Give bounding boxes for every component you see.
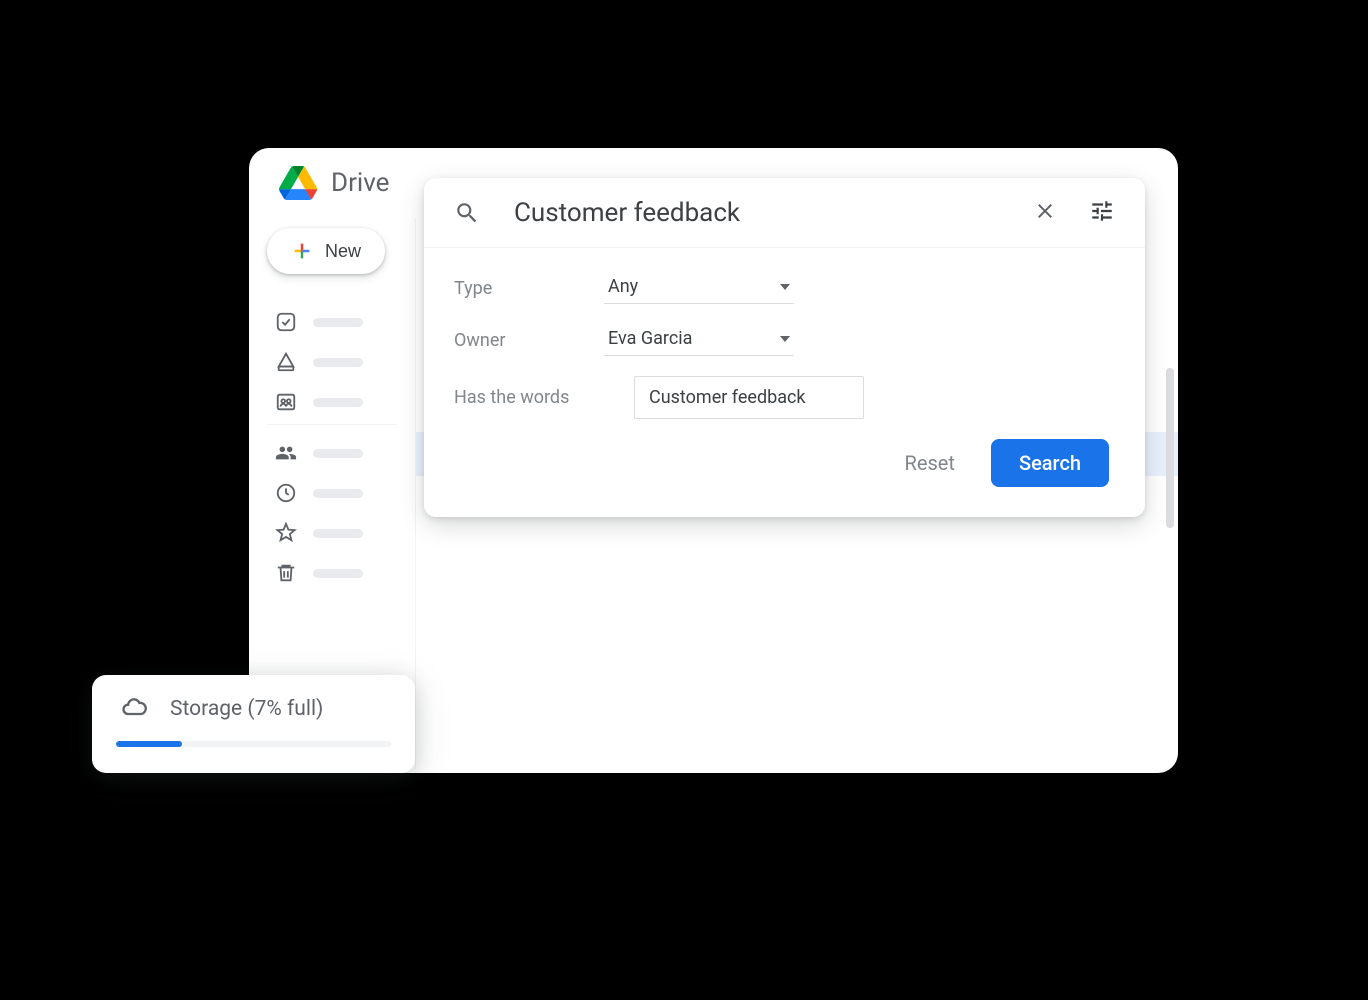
scrollbar[interactable]: [1166, 368, 1174, 528]
nav-placeholder: [313, 358, 363, 367]
owner-dropdown[interactable]: Eva Garcia: [604, 324, 794, 356]
sidebar-item-shared[interactable]: [275, 441, 389, 465]
filter-owner-label: Owner: [454, 330, 584, 351]
sidebar-item-shared-drives[interactable]: [275, 390, 389, 414]
clear-search-button[interactable]: [1029, 195, 1061, 230]
owner-dropdown-value: Eva Garcia: [608, 328, 692, 349]
app-title: Drive: [331, 168, 389, 198]
nav-placeholder: [313, 318, 363, 327]
drive-logo-icon: [279, 166, 317, 200]
search-bar: [424, 178, 1145, 248]
tune-icon: [1089, 198, 1115, 227]
new-button[interactable]: New: [267, 228, 385, 274]
nav-placeholder: [313, 569, 363, 578]
storage-card[interactable]: Storage (7% full): [92, 675, 415, 773]
search-icon: [450, 196, 484, 230]
close-icon: [1033, 199, 1057, 226]
type-dropdown-value: Any: [608, 276, 638, 297]
new-button-label: New: [325, 241, 361, 262]
trash-icon: [275, 562, 297, 584]
nav-placeholder: [313, 529, 363, 538]
has-words-input[interactable]: [634, 376, 864, 419]
chevron-down-icon: [780, 284, 790, 290]
storage-progress: [116, 741, 391, 747]
sidebar-item-starred[interactable]: [275, 521, 389, 545]
nav-placeholder: [313, 489, 363, 498]
chevron-down-icon: [780, 336, 790, 342]
search-panel: Type Any Owner Eva Garcia Has the words …: [424, 178, 1145, 517]
cloud-icon: [116, 693, 152, 725]
sidebar-item-recent[interactable]: [275, 481, 389, 505]
plus-icon: [291, 240, 313, 262]
sidebar-item-mydrive[interactable]: [275, 350, 389, 374]
nav-placeholder: [313, 449, 363, 458]
search-options-button[interactable]: [1085, 194, 1119, 231]
people-icon: [275, 442, 297, 464]
filter-words-label: Has the words: [454, 387, 614, 408]
star-icon: [275, 522, 297, 544]
sidebar-item-trash[interactable]: [275, 561, 389, 585]
search-input[interactable]: [514, 198, 999, 228]
storage-label: Storage (7% full): [170, 697, 323, 721]
filter-type-label: Type: [454, 278, 584, 299]
shared-drive-icon: [275, 391, 297, 413]
search-button[interactable]: Search: [991, 439, 1109, 487]
type-dropdown[interactable]: Any: [604, 272, 794, 304]
sidebar-item-priority[interactable]: [275, 310, 389, 334]
drive-folder-icon: [275, 351, 297, 373]
storage-progress-fill: [116, 741, 182, 747]
filter-form: Type Any Owner Eva Garcia Has the words …: [424, 248, 1145, 517]
check-square-icon: [275, 311, 297, 333]
clock-icon: [275, 482, 297, 504]
nav-placeholder: [313, 398, 363, 407]
reset-button[interactable]: Reset: [905, 451, 955, 475]
